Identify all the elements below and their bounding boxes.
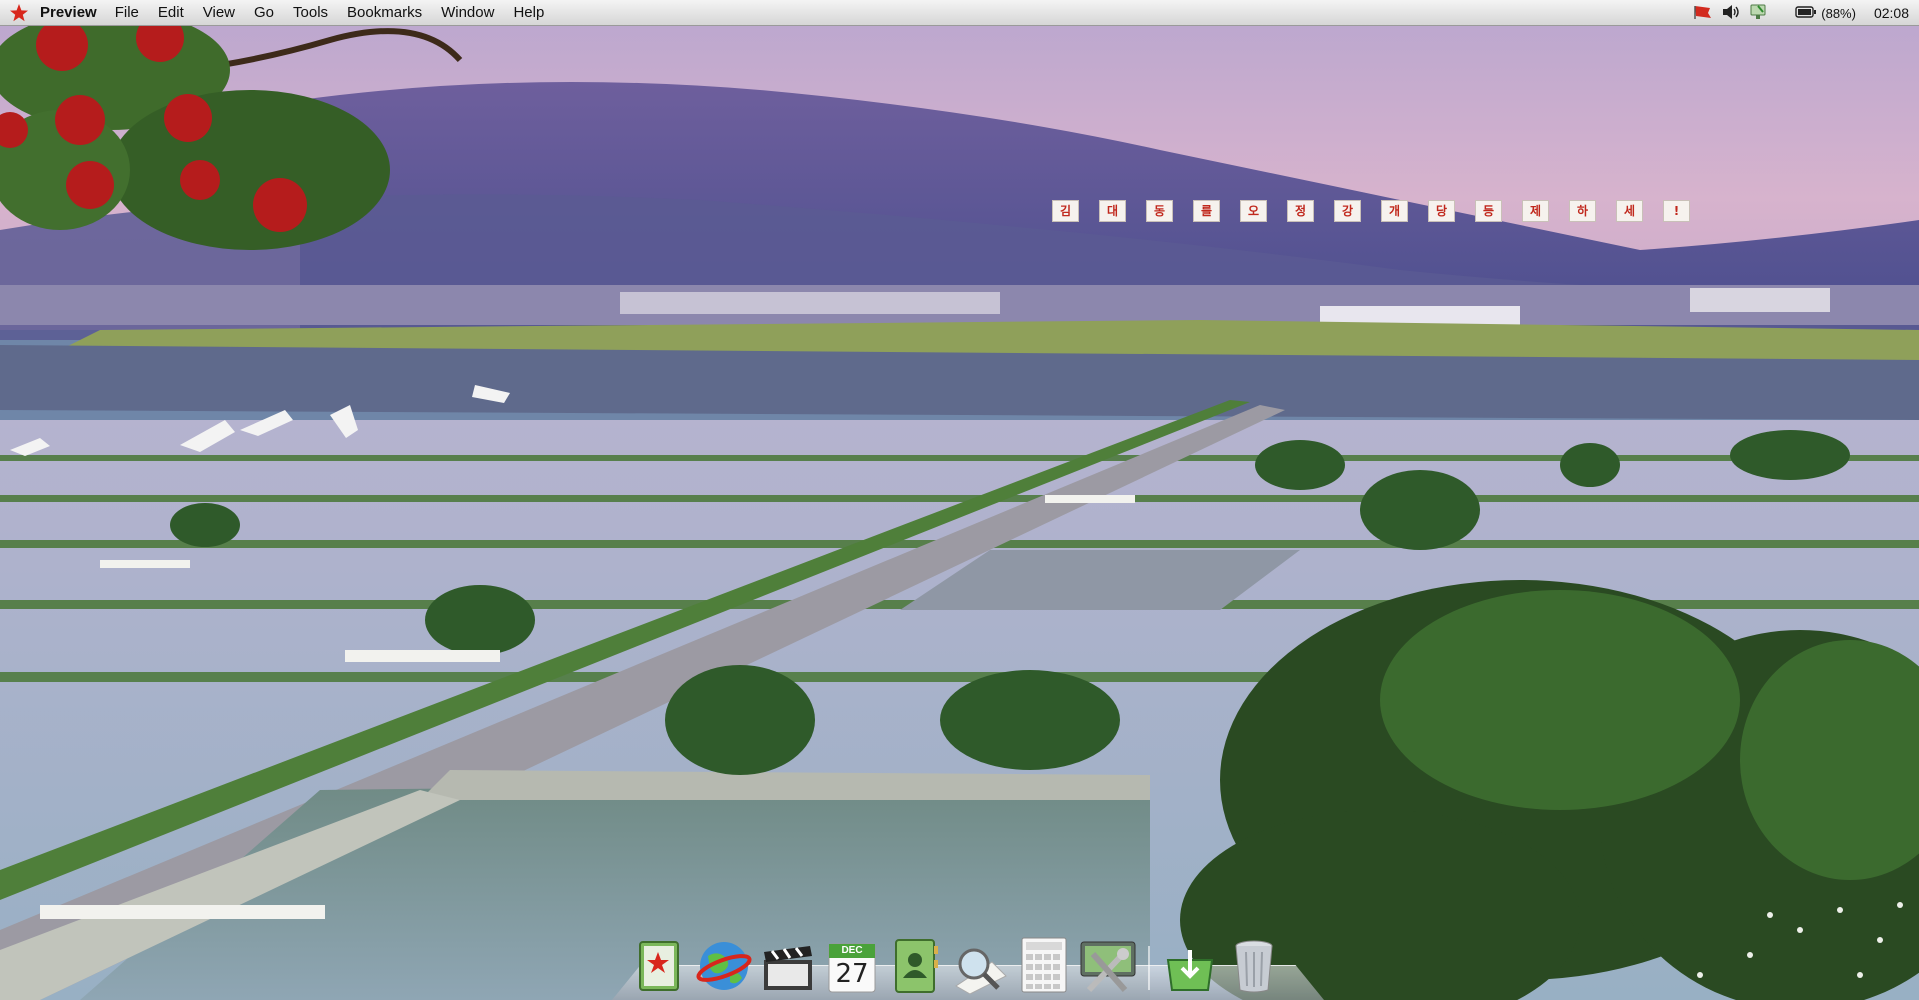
menu-tools[interactable]: Tools: [293, 2, 328, 23]
slogan-char: 제: [1522, 200, 1549, 222]
globe-icon: [696, 938, 752, 994]
slogan-char: 대: [1099, 200, 1126, 222]
menu-go[interactable]: Go: [254, 2, 274, 23]
slogan-char: !: [1663, 200, 1690, 222]
slogan-char: 세: [1616, 200, 1643, 222]
slogan-char: 오: [1240, 200, 1267, 222]
menu-bar: Preview File Edit View Go Tools Bookmark…: [0, 0, 1919, 26]
menu-help[interactable]: Help: [513, 2, 544, 23]
dock-item-calculator[interactable]: [1016, 934, 1072, 994]
slogan-char: 정: [1287, 200, 1314, 222]
menu-bookmarks[interactable]: Bookmarks: [347, 2, 422, 23]
battery-percentage[interactable]: (88%): [1821, 6, 1856, 21]
calculator-icon: [1020, 936, 1068, 994]
dock-item-preview[interactable]: [952, 934, 1008, 994]
contacts-icon: [892, 938, 940, 994]
menu-window[interactable]: Window: [441, 2, 494, 23]
desktop-wallpaper: [0, 0, 1919, 1000]
dock-separator: [1148, 946, 1150, 990]
dock-item-trash[interactable]: [1226, 934, 1282, 994]
slogan-char: 강: [1334, 200, 1361, 222]
dock-item-system-preferences[interactable]: [1080, 934, 1136, 994]
hillside-slogan: 김 대 동 를 오 정 강 개 당 등 제 하 세 !: [1052, 200, 1690, 222]
slogan-char: 당: [1428, 200, 1455, 222]
clapperboard-icon: [760, 942, 816, 994]
app-menu[interactable]: Preview: [40, 4, 97, 21]
trash-icon: [1232, 938, 1276, 994]
magnifier-icon: [952, 942, 1008, 994]
slogan-char: 김: [1052, 200, 1079, 222]
network-icon[interactable]: [1749, 3, 1769, 24]
dock-item-browser[interactable]: [696, 934, 752, 994]
dock: DEC 27: [612, 917, 1324, 1000]
menu-file[interactable]: File: [115, 2, 139, 23]
dock-item-installer[interactable]: [1162, 934, 1218, 994]
slogan-char: 동: [1146, 200, 1173, 222]
slogan-char: 개: [1381, 200, 1408, 222]
dock-item-address-book[interactable]: [632, 934, 688, 994]
flag-icon[interactable]: [1693, 5, 1713, 22]
status-menus: (88%) 02:08: [1693, 0, 1909, 26]
book-icon: [634, 938, 686, 994]
red-star-icon[interactable]: [6, 0, 32, 26]
dock-item-calendar[interactable]: DEC 27: [824, 934, 880, 994]
installer-icon: [1164, 946, 1216, 994]
menu-edit[interactable]: Edit: [158, 2, 184, 23]
calendar-month: DEC: [841, 945, 863, 956]
tools-icon: [1079, 938, 1137, 994]
calendar-day: 27: [835, 959, 869, 989]
volume-icon[interactable]: [1721, 4, 1741, 23]
slogan-char: 하: [1569, 200, 1596, 222]
battery-icon[interactable]: [1795, 5, 1817, 21]
menu-view[interactable]: View: [203, 2, 235, 23]
menu-clock[interactable]: 02:08: [1874, 5, 1909, 21]
slogan-char: 를: [1193, 200, 1220, 222]
dock-item-movie[interactable]: [760, 934, 816, 994]
calendar-icon: DEC 27: [827, 942, 877, 994]
dock-item-contacts[interactable]: [888, 934, 944, 994]
slogan-char: 등: [1475, 200, 1502, 222]
